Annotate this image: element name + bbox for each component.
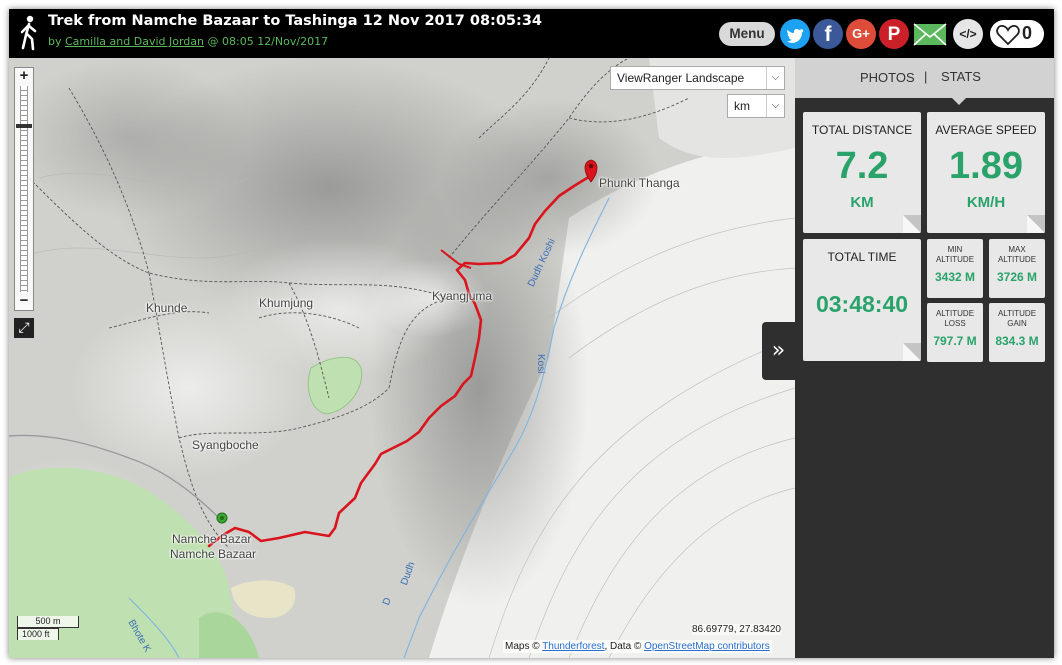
label-khumjung: Khumjung [259,296,314,310]
total-time-label: TOTAL TIME [827,250,897,264]
altitude-gain-label-2: GAIN [1007,319,1027,328]
zoom-out-button[interactable]: − [15,293,33,309]
pinterest-icon: P [887,24,901,45]
embed-icon: </> [959,27,977,41]
tab-photos[interactable]: PHOTOS [860,70,915,85]
fullscreen-icon: ⤢ [18,320,30,336]
zoom-slider[interactable] [20,86,28,292]
tab-stats[interactable]: STATS [941,69,981,84]
like-count: 0 [1022,23,1033,43]
byline-time: @ 08:05 12/Nov/2017 [204,35,329,48]
map-layer-select[interactable]: ViewRanger Landscape ⌵ [610,66,785,90]
label-namche-bazar: Namche Bazar [172,532,252,546]
label-kosi: Kosi [535,354,546,374]
label-syangboche: Syangboche [192,438,259,452]
average-speed-card[interactable]: AVERAGE SPEED 1.89 KM/H [927,112,1045,233]
menu-button[interactable]: Menu [719,22,775,46]
attribution-maps-prefix: Maps © [505,641,543,652]
cursor-coordinates: 86.69779, 27.83420 [692,624,781,635]
label-kyangjuma: Kyangjuma [432,289,493,303]
start-marker[interactable] [216,512,228,524]
card-fold-icon [903,343,921,361]
double-chevron-right-icon: » [771,338,786,363]
route-viewer: Trek from Namche Bazaar to Tashinga 12 N… [9,9,1054,658]
author-link[interactable]: Camilla and David Jordan [65,35,204,48]
walker-icon [20,15,37,51]
panel-tabs: PHOTOS | STATS [795,58,1054,98]
total-time-value: 03:48:40 [815,291,909,317]
byline-prefix: by [48,35,65,48]
zoom-control: + − [14,67,34,311]
min-altitude-label-1: MIN [947,245,963,254]
like-button[interactable]: 0 [990,20,1044,48]
zoom-in-button[interactable]: + [15,68,33,84]
average-speed-unit: KM/H [966,194,1006,211]
thunderforest-link[interactable]: Thunderforest [542,641,604,652]
active-tab-caret [952,98,966,105]
chevron-down-icon: ⌵ [766,95,784,117]
altitude-gain-value: 834.3 M [995,334,1039,348]
max-altitude-value: 3726 M [996,270,1038,284]
pinterest-share-button[interactable]: P [879,19,909,49]
unit-value: km [734,99,750,113]
max-altitude-label-1: MAX [1008,245,1026,254]
header-bar: Trek from Namche Bazaar to Tashinga 12 N… [9,9,1054,58]
total-time-card[interactable]: TOTAL TIME 03:48:40 [803,239,921,361]
map-layer-value: ViewRanger Landscape [617,71,745,85]
average-speed-label: AVERAGE SPEED [935,123,1037,137]
total-distance-label: TOTAL DISTANCE [811,123,913,137]
unit-select[interactable]: km ⌵ [727,94,785,118]
map-view[interactable]: Phunki Thanga Kyangjuma Khunde Khumjung … [9,58,795,658]
total-distance-card[interactable]: TOTAL DISTANCE 7.2 KM [803,112,921,233]
twitter-share-button[interactable] [780,19,810,49]
altitude-loss-label-1: ALTITUDE [935,309,975,318]
card-fold-icon [903,215,921,233]
altitude-gain-card[interactable]: ALTITUDE GAIN 834.3 M [989,303,1045,362]
route-title: Trek from Namche Bazaar to Tashinga 12 N… [48,13,542,29]
openstreetmap-link[interactable]: OpenStreetMap contributors [644,641,770,652]
altitude-loss-label-2: LOSS [944,319,966,328]
route-byline: by Camilla and David Jordan @ 08:05 12/N… [48,35,328,48]
scale-metric: 500 m [17,616,79,628]
facebook-share-button[interactable]: f [813,19,843,49]
label-phunki-thanga: Phunki Thanga [599,176,680,190]
card-fold-icon [1027,215,1045,233]
total-distance-value: 7.2 [835,145,889,187]
total-distance-unit: KM [850,194,874,211]
label-namche-bazaar: Namche Bazaar [170,547,257,561]
average-speed-value: 1.89 [949,145,1023,187]
stats-panel: PHOTOS | STATS TOTAL DISTANCE 7.2 KM AVE… [795,58,1054,658]
scale-imperial: 1000 ft [17,628,59,640]
email-icon [913,23,947,46]
chevron-down-icon: ⌵ [766,67,784,89]
map-scale: 500 m 1000 ft [17,616,79,640]
min-altitude-label-2: ALTITUDE [935,255,975,264]
google-plus-icon: G+ [852,26,870,41]
google-plus-share-button[interactable]: G+ [846,19,876,49]
embed-button[interactable]: </> [953,19,983,49]
heart-icon [996,25,1020,46]
max-altitude-label-2: ALTITUDE [997,255,1037,264]
map-canvas[interactable] [9,58,795,658]
twitter-icon [786,28,804,43]
zoom-slider-thumb[interactable] [16,124,32,128]
label-khunde: Khunde [146,301,188,315]
min-altitude-value: 3432 M [934,270,976,284]
panel-collapse-button[interactable]: » [762,322,795,380]
fullscreen-button[interactable]: ⤢ [14,318,34,338]
max-altitude-card[interactable]: MAX ALTITUDE 3726 M [989,239,1045,298]
min-altitude-card[interactable]: MIN ALTITUDE 3432 M [927,239,983,298]
map-attribution: Maps © Thunderforest, Data © OpenStreetM… [503,640,772,653]
altitude-loss-value: 797.7 M [933,334,977,348]
email-share-button[interactable] [913,19,947,49]
tab-separator: | [924,69,928,84]
altitude-gain-label-1: ALTITUDE [997,309,1037,318]
facebook-icon: f [824,23,832,46]
altitude-loss-card[interactable]: ALTITUDE LOSS 797.7 M [927,303,983,362]
attribution-data-prefix: , Data © [604,641,645,652]
